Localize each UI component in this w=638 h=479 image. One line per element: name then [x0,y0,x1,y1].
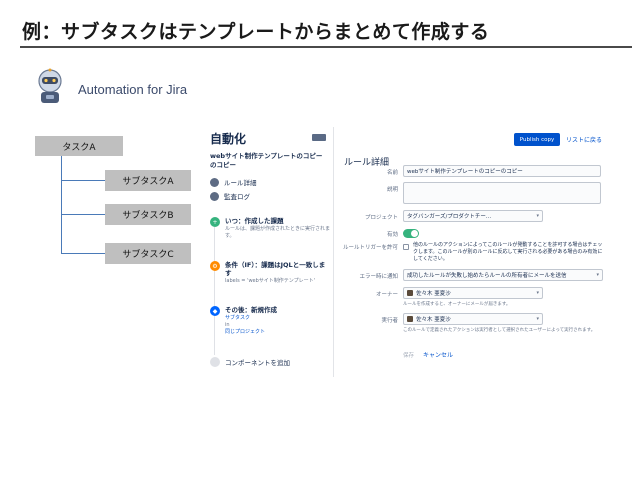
step-in-label: in [225,322,230,328]
avatar [407,316,413,322]
action-icon: ◆ [210,306,220,316]
trigger-row: ルールトリガーを許可 他のルールのアクションによってこのルールが発動することを許… [334,241,610,265]
slide-title: 例：サブタスクはテンプレートからまとめて作成する [22,21,490,43]
robot-avatar-icon [38,68,62,103]
project-row: プロジェクト タグバンガーズ/プロダクトチー... ▾ [334,210,610,224]
connector-line [61,253,105,254]
owner-help-text: ルールを作成すると、オーナーにメールが届きます。 [403,302,511,307]
step-project-link[interactable]: 同じプロジェクト [225,329,330,336]
subtask-box: サブタスクA [105,170,191,191]
owner-value: 佐々木 亜夏沙 [416,291,451,297]
step-title: 条件（IF）：課題はJQLと一致します [225,261,326,277]
nav-audit-log[interactable]: 監査ログ [210,191,250,201]
allow-trigger-description: 他のルールのアクションによってこのルールが発動することを許可する場合はチェックし… [413,242,603,262]
enabled-toggle[interactable] [403,229,419,238]
actor-help-text: このルールで定義されたアクションは実行者として選択されたユーザーによって実行され… [403,328,596,333]
allow-trigger-label: ルールトリガーを許可 [342,245,398,251]
condition-step[interactable]: ⚙ 条件（IF）：課題はJQLと一致します labels = 'webサイト制作… [210,261,332,291]
name-row: 名前 webサイト制作テンプレートのコピーのコピー [334,165,610,179]
description-input[interactable] [403,182,601,204]
connector-line [61,214,105,215]
automation-brand-label: Automation for Jira [78,82,188,97]
step-title: いつ：作成した課題 [225,217,284,225]
enabled-label: 有効 [386,232,398,238]
project-select[interactable]: タグバンガーズ/プロダクトチー... ▾ [403,210,543,222]
rule-details-icon [210,177,219,187]
publish-copy-button[interactable]: Publish copy [514,133,560,146]
owner-select[interactable]: 佐々木 亜夏沙 ▾ [403,287,543,299]
description-label: 説明 [386,187,398,193]
title-underline [20,46,632,48]
rule-sidebar: 自動化 webサイト制作テンプレートのコピーのコピー ルール詳細 監査ログ + … [200,127,332,377]
jira-automation-screenshot: 自動化 webサイト制作テンプレートのコピーのコピー ルール詳細 監査ログ + … [200,127,610,377]
automation-heading: 自動化 [210,132,247,146]
rule-name: webサイト制作テンプレートのコピーのコピー [210,152,323,169]
save-button[interactable]: 保存 [403,349,417,360]
parent-task-box: タスクA [35,136,123,156]
description-row: 説明 [334,182,610,206]
project-value: タグバンガーズ/プロダクトチー... [407,214,492,220]
project-label: プロジェクト [364,215,398,221]
step-description: ルールは、課題が作成されたときに実行されます。 [225,226,331,239]
error-notify-row: エラー時に通知 成功したルールが失敗し始めたらルールの所有者にメールを送信 ▾ [334,269,610,283]
plus-icon [210,357,220,367]
actor-value: 佐々木 亜夏沙 [416,317,451,323]
actor-label: 実行者 [381,318,398,324]
nav-rule-details[interactable]: ルール詳細 [210,177,257,187]
action-step[interactable]: ◆ その後：新規作成 サブタスク in 同じプロジェクト [210,306,332,346]
avatar [407,290,413,296]
enabled-row: 有効 [334,227,610,241]
error-notify-select[interactable]: 成功したルールが失敗し始めたらルールの所有者にメールを送信 ▾ [403,269,603,281]
owner-row: オーナー 佐々木 亜夏沙 ▾ [334,287,610,301]
trigger-step[interactable]: + いつ：作成した課題 ルールは、課題が作成されたときに実行されます。 [210,217,332,245]
subtask-box: サブタスクB [105,204,191,225]
cancel-button[interactable]: キャンセル [423,349,453,360]
name-input[interactable]: webサイト制作テンプレートのコピーのコピー [403,165,601,177]
condition-icon: ⚙ [210,261,220,271]
step-title: その後：新規作成 [225,306,277,314]
step-subtask-link[interactable]: サブタスク [225,315,330,322]
actor-row: 実行者 佐々木 亜夏沙 ▾ [334,313,610,327]
error-notify-value: 成功したルールが失敗し始めたらルールの所有者にメールを送信 [407,273,567,279]
name-label: 名前 [386,170,398,176]
chevron-down-icon: ▾ [536,316,539,322]
connector-line [61,180,105,181]
nav-label: ルール詳細 [224,179,257,187]
trigger-icon: + [210,217,220,227]
new-badge [312,134,326,141]
rule-details-panel: Publish copy リストに戻る ルール詳細 名前 webサイト制作テンプ… [334,127,610,377]
audit-log-icon [210,191,219,201]
chevron-down-icon: ▾ [596,272,599,278]
chevron-down-icon: ▾ [536,213,539,219]
allow-trigger-checkbox[interactable] [403,244,409,250]
owner-label: オーナー [375,292,398,298]
chevron-down-icon: ▾ [536,290,539,296]
subtask-box: サブタスクC [105,243,191,264]
step-description: labels = 'webサイト制作テンプレート' [225,278,316,284]
nav-label: 監査ログ [224,193,250,201]
actor-select[interactable]: 佐々木 亜夏沙 ▾ [403,313,543,325]
error-notify-label: エラー時に通知 [359,274,398,280]
add-component-label: コンポーネントを追加 [225,359,290,367]
add-component-button[interactable]: コンポーネントを追加 [210,357,290,367]
back-to-list-link[interactable]: リストに戻る [566,133,602,146]
connector-line [61,156,62,254]
